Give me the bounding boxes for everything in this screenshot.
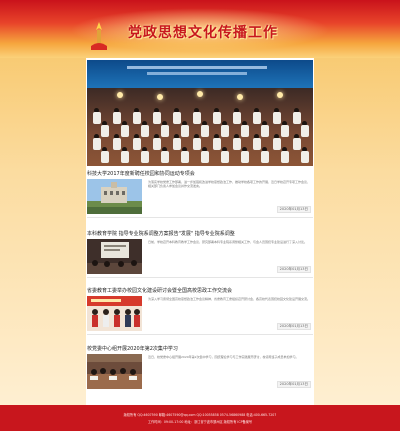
chair-cover bbox=[93, 112, 101, 124]
chair-cover bbox=[201, 125, 209, 137]
chair-cover bbox=[121, 125, 129, 137]
chair-cover bbox=[281, 125, 289, 137]
chair-cover bbox=[253, 112, 261, 124]
meeting-photo-icon bbox=[87, 354, 142, 389]
chair-cover bbox=[173, 138, 181, 150]
chair-cover bbox=[161, 151, 169, 163]
chair-cover bbox=[141, 151, 149, 163]
news-thumbnail[interactable] bbox=[87, 354, 142, 389]
chair-cover bbox=[113, 138, 121, 150]
stage-screen bbox=[87, 60, 313, 88]
divider bbox=[87, 277, 313, 278]
chair-cover bbox=[281, 151, 289, 163]
chandelier-light bbox=[277, 92, 283, 98]
chair-cover bbox=[301, 125, 309, 137]
divider bbox=[87, 217, 313, 218]
chair-cover bbox=[233, 112, 241, 124]
divider bbox=[87, 334, 313, 335]
news-thumbnail[interactable] bbox=[87, 239, 142, 274]
classroom-photo-icon bbox=[87, 239, 142, 274]
news-date: 2020年01月13日 bbox=[276, 381, 311, 388]
news-thumbnail[interactable] bbox=[87, 179, 142, 214]
news-summary: 为深入学习贯彻全国高校思想政治工作会议精神，省委教育工委组织召开研讨会，各高校代… bbox=[148, 297, 310, 301]
chair-cover bbox=[153, 138, 161, 150]
chair-cover bbox=[221, 151, 229, 163]
content-panel: 科技大学2017年度新聘任校园和协同运动专项会 为落实学校党委工作部署，进一步加… bbox=[86, 58, 314, 405]
chair-cover bbox=[113, 112, 121, 124]
group-photo-icon bbox=[87, 296, 142, 331]
page-title: 党政思想文化传播工作 bbox=[128, 25, 278, 41]
chair-cover bbox=[241, 151, 249, 163]
chair-cover bbox=[173, 112, 181, 124]
chair-cover bbox=[293, 138, 301, 150]
footer-address: 工作时间：09:00-17:00 地址：浙江省宁波市鄞州区 版权所有 ICP备案… bbox=[147, 420, 253, 424]
chair-cover bbox=[181, 151, 189, 163]
news-date: 2020年01月13日 bbox=[276, 206, 311, 213]
left-background bbox=[0, 0, 86, 431]
chair-cover bbox=[141, 125, 149, 137]
news-summary: 日前，学校召开本科教育教学工作会议，研究部署本科专业院系调整相关工作，与会人员围… bbox=[148, 240, 308, 244]
news-title[interactable]: 科技大学2017年度新聘任校园和协同运动专项会 bbox=[87, 170, 195, 177]
chair-cover bbox=[213, 112, 221, 124]
chair-cover bbox=[261, 151, 269, 163]
hero-image[interactable] bbox=[87, 60, 313, 166]
torch-emblem-icon bbox=[91, 22, 107, 50]
chair-cover bbox=[241, 125, 249, 137]
chair-cover bbox=[301, 151, 309, 163]
site-footer: 版权所有 QQ:4607590 邮箱:4607590@qq.com QQ:100… bbox=[0, 405, 400, 431]
news-date: 2020年01月13日 bbox=[276, 323, 311, 330]
chair-cover bbox=[213, 138, 221, 150]
news-summary: 为落实学校党委工作部署，进一步加强和改进学校思想政治工作，推动学校各项工作的开展… bbox=[148, 180, 310, 188]
chandelier-light bbox=[117, 92, 123, 98]
conference-hall bbox=[87, 88, 313, 166]
news-title[interactable]: 省委教育工委举办校园文化建设研讨会暨全国高校思政工作交流会 bbox=[87, 287, 232, 294]
chandelier-light bbox=[157, 94, 163, 100]
news-thumbnail[interactable] bbox=[87, 296, 142, 331]
chair-cover bbox=[153, 112, 161, 124]
chair-cover bbox=[121, 151, 129, 163]
right-background bbox=[314, 0, 400, 431]
chair-cover bbox=[253, 138, 261, 150]
chair-cover bbox=[273, 138, 281, 150]
news-title[interactable]: 校党委中心组开展2020年第2次集中学习 bbox=[87, 345, 178, 352]
news-date: 2020年01月13日 bbox=[276, 266, 311, 273]
chair-cover bbox=[273, 112, 281, 124]
chair-cover bbox=[233, 138, 241, 150]
chair-cover bbox=[193, 138, 201, 150]
chair-cover bbox=[221, 125, 229, 137]
chair-cover bbox=[261, 125, 269, 137]
site-header: 党政思想文化传播工作 bbox=[0, 0, 400, 58]
chair-cover bbox=[93, 138, 101, 150]
chair-cover bbox=[201, 151, 209, 163]
chair-cover bbox=[181, 125, 189, 137]
chair-cover bbox=[101, 125, 109, 137]
news-title[interactable]: 本科教育学院 指导专业院系调整方案报告"发展" 指导专业院系调整 bbox=[87, 230, 235, 237]
chair-cover bbox=[293, 112, 301, 124]
chair-cover bbox=[101, 151, 109, 163]
chair-cover bbox=[133, 112, 141, 124]
footer-contact: 版权所有 QQ:4607590 邮箱:4607590@qq.com QQ:100… bbox=[123, 413, 277, 417]
chair-cover bbox=[133, 138, 141, 150]
chandelier-light bbox=[237, 94, 243, 100]
chandelier-light bbox=[197, 91, 203, 97]
news-summary: 近日，校党委中心组开展2020年第2次集中学习，围绕理论学习与工作实践展开研讨，… bbox=[148, 355, 299, 359]
chair-cover bbox=[161, 125, 169, 137]
building-photo-icon bbox=[87, 179, 142, 214]
chair-cover bbox=[193, 112, 201, 124]
